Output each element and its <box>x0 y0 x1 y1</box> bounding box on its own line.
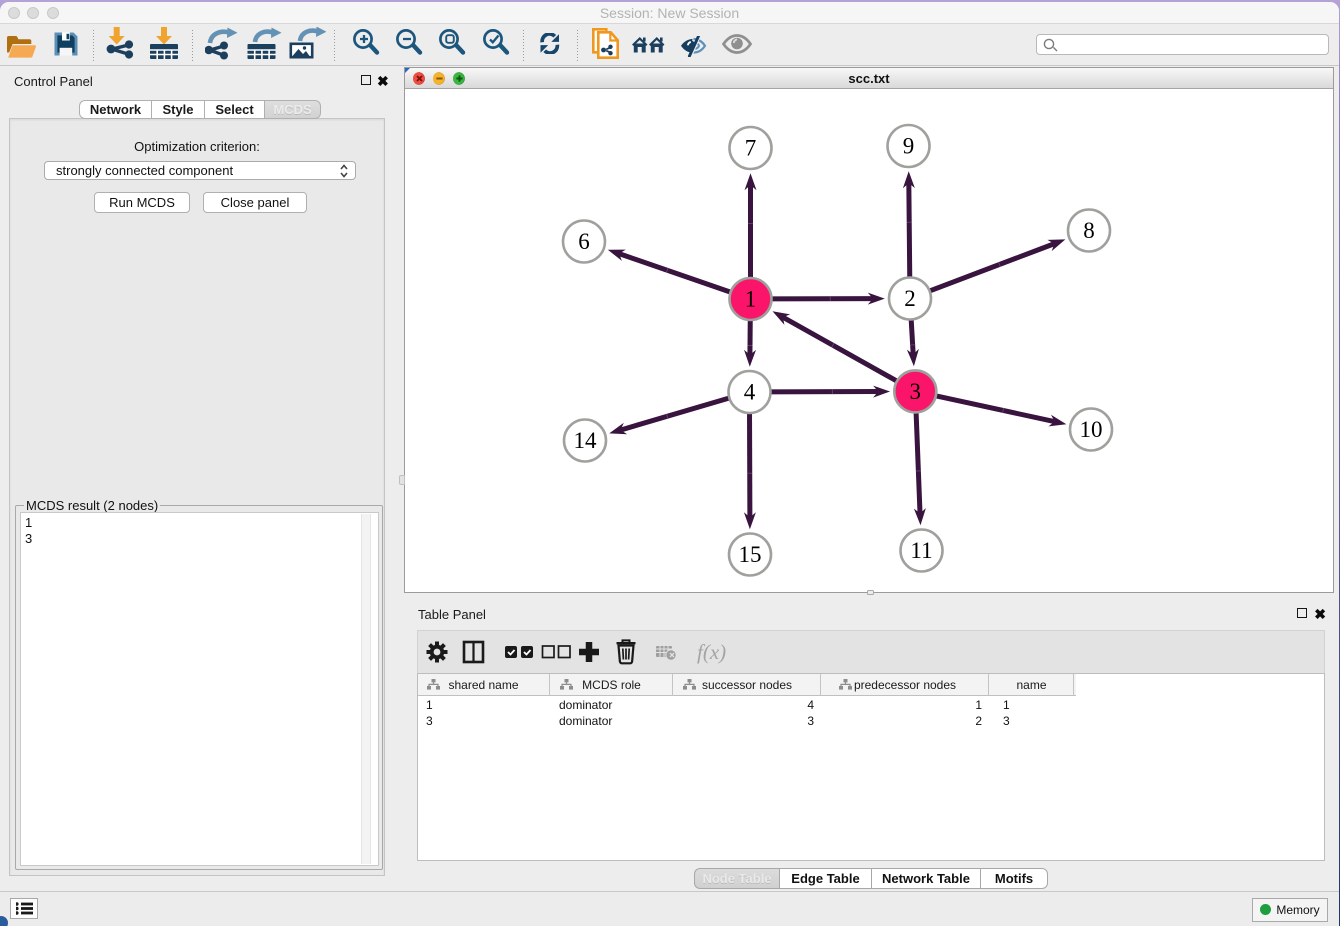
svg-text:15: 15 <box>739 542 762 567</box>
svg-text:4: 4 <box>744 380 756 405</box>
svg-text:9: 9 <box>903 134 915 159</box>
svg-text:2: 2 <box>904 286 916 311</box>
svg-text:3: 3 <box>910 379 922 404</box>
svg-text:11: 11 <box>910 538 932 563</box>
svg-text:1: 1 <box>745 287 757 312</box>
svg-text:6: 6 <box>578 229 590 254</box>
svg-text:10: 10 <box>1080 417 1103 442</box>
svg-text:14: 14 <box>574 428 598 453</box>
svg-text:8: 8 <box>1083 218 1095 243</box>
svg-text:f(x): f(x) <box>697 640 726 664</box>
svg-text:7: 7 <box>745 136 757 161</box>
